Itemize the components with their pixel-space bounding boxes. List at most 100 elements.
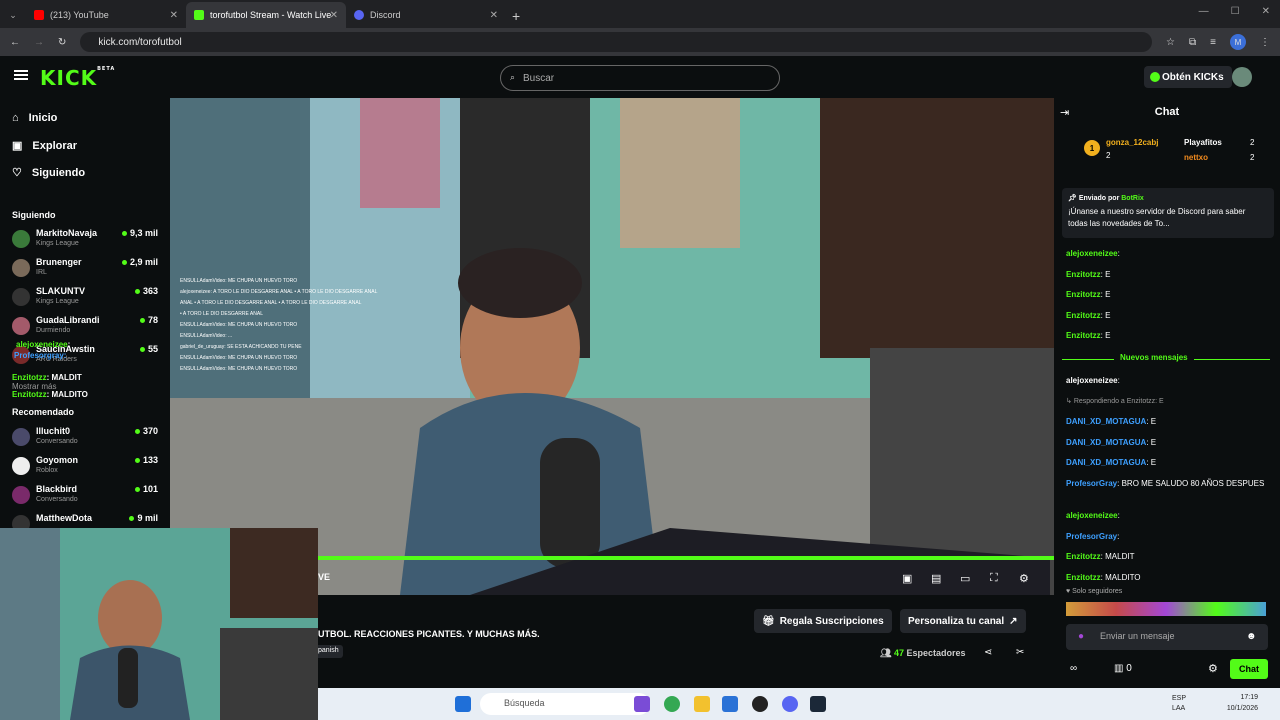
sidebar-channel[interactable]: Blackbird Conversando 101 (12, 484, 162, 512)
viewer-count: 9,3 mil (122, 228, 158, 238)
browser-tab-strip: ⌄ (213) YouTube ✕ torofutbol Stream - Wa… (0, 0, 1280, 28)
close-tab-icon[interactable]: ✕ (330, 10, 338, 21)
overlay-chat-line: alejoxeneizee: (16, 340, 71, 349)
address-bar[interactable]: kick.com/torofutbol (80, 32, 1153, 52)
wide-mode-icon[interactable]: ▭ (960, 572, 970, 585)
language-indicator[interactable]: ESP LAA (1172, 694, 1186, 714)
sidebar: ⌂ Inicio ▣ Explorar ♡ Siguiendo Siguiendo M… (0, 98, 170, 528)
close-window-icon[interactable]: ✕ (1262, 6, 1270, 17)
windows-taskbar: Búsqueda ESP LAA 17:19 10/1/2026 (318, 688, 1280, 720)
close-tab-icon[interactable]: ✕ (170, 10, 178, 21)
leaderboard-user[interactable]: Playafitos (1184, 138, 1222, 147)
search-input[interactable]: ⌕ Buscar (500, 65, 780, 91)
sidebar-channel[interactable]: MarkitoNavaja Kings League 9,3 mil (12, 228, 162, 256)
nav-inicio[interactable]: ⌂ Inicio (12, 112, 57, 124)
chat-message[interactable]: alejoxeneizee: (1066, 375, 1266, 387)
channel-category: Conversando (36, 438, 78, 445)
kicks-balance[interactable]: ▥ 0 (1114, 663, 1132, 674)
tab-search-icon[interactable]: ⌄ (0, 2, 26, 28)
windows-start-icon[interactable] (455, 696, 471, 712)
close-tab-icon[interactable]: ✕ (490, 10, 498, 21)
pin-icon: 📌︎ (1068, 195, 1077, 202)
chat-message[interactable]: alejoxeneizee: (1066, 248, 1266, 260)
tab-kick[interactable]: torofutbol Stream - Watch Live ✕ (186, 2, 346, 28)
clip-icon[interactable]: ✂ (1016, 647, 1024, 658)
minimize-icon[interactable]: — (1199, 6, 1209, 17)
chat-message[interactable]: Enzitotzz: E (1066, 269, 1266, 281)
settings-gear-icon[interactable]: ⚙ (1019, 572, 1029, 585)
viewer-count: 101 (135, 484, 158, 494)
nav-explorar[interactable]: ▣ Explorar (12, 139, 77, 153)
leaderboard-user[interactable]: nettxo (1184, 153, 1208, 162)
system-clock[interactable]: 17:19 10/1/2026 (1227, 692, 1258, 714)
theater-icon[interactable]: ▤ (931, 572, 941, 585)
profile-avatar[interactable]: M (1230, 34, 1246, 50)
chat-message[interactable]: Enzitotzz: E (1066, 310, 1266, 322)
back-icon[interactable]: ← (10, 37, 20, 48)
language-tag[interactable]: panish (314, 645, 343, 658)
chat-username: alejoxeneizee (1066, 511, 1118, 520)
new-tab-button[interactable]: + (512, 8, 520, 24)
chat-message[interactable]: alejoxeneizee: (1066, 510, 1266, 522)
sidebar-channel[interactable]: Goyomon Roblox 133 (12, 455, 162, 483)
browser-menu-icon[interactable]: ⋮ (1260, 37, 1270, 48)
obs-icon[interactable] (752, 696, 768, 712)
emote-bar[interactable] (1066, 602, 1266, 616)
discord-taskbar-icon[interactable] (782, 696, 798, 712)
chat-username: alejoxeneizee (1066, 249, 1118, 258)
file-explorer-icon[interactable] (694, 696, 710, 712)
send-chat-button[interactable]: Chat (1230, 659, 1268, 679)
nav-siguiendo[interactable]: ♡ Siguiendo (12, 166, 85, 180)
chat-message[interactable]: DANI_XD_MOTAGUA: E (1066, 416, 1266, 428)
chat-message[interactable]: ProfesorGray: (1066, 531, 1266, 543)
sidebar-channel[interactable]: MatthewDota 9 mil (12, 513, 162, 528)
miniplayer-icon[interactable]: ▣ (902, 572, 912, 585)
sidebar-channel[interactable]: Brunenger IRL 2,9 mil (12, 257, 162, 285)
infinity-icon[interactable]: ∞ (1070, 663, 1077, 674)
bookmark-star-icon[interactable]: ☆ (1166, 37, 1175, 48)
pinned-message[interactable]: 📌︎ Enviado por BotRix ¡Únanse a nuestro … (1062, 188, 1274, 238)
emoji-icon[interactable]: ☻ (1246, 631, 1257, 642)
customize-channel-button[interactable]: Personaliza tu canal ↗ (900, 609, 1026, 633)
chat-message[interactable]: Enzitotzz: E (1066, 330, 1266, 342)
video-player[interactable]: ENSULLAdamVideo: ME CHUPA UN HUEVO TORO a… (170, 98, 1054, 595)
user-avatar[interactable] (1232, 67, 1252, 87)
kick-logo[interactable]: KICKBETA (40, 66, 115, 90)
reading-list-icon[interactable]: ≡ (1210, 37, 1216, 48)
sidebar-channel[interactable]: GuadaLibrandi Durmiendo 78 (12, 315, 162, 343)
channel-category: Conversando (36, 496, 78, 503)
store-icon[interactable] (722, 696, 738, 712)
sidebar-channel[interactable]: SLAKUNTV Kings League 363 (12, 286, 162, 314)
chat-message[interactable]: DANI_XD_MOTAGUA: E (1066, 457, 1266, 469)
forward-icon[interactable]: → (34, 37, 44, 48)
share-icon[interactable]: ⋖ (984, 647, 992, 658)
reply-icon: ↳ (1066, 397, 1072, 405)
chat-message[interactable]: Enzitotzz: MALDITO (1066, 572, 1266, 584)
chat-message[interactable]: Enzitotzz: MALDIT (1066, 551, 1266, 563)
search-placeholder: Buscar (523, 72, 555, 84)
chrome-icon[interactable] (664, 696, 680, 712)
tab-discord[interactable]: Discord ✕ (346, 2, 506, 28)
chat-message[interactable]: DANI_XD_MOTAGUA: E (1066, 437, 1266, 449)
hamburger-menu-icon[interactable] (14, 70, 28, 80)
sidebar-channel[interactable]: Illuchit0 Conversando 370 (12, 426, 162, 454)
steam-icon[interactable] (810, 696, 826, 712)
teams-icon[interactable] (634, 696, 650, 712)
get-kicks-button[interactable]: Obtén KICKs (1144, 66, 1232, 88)
chat-settings-icon[interactable]: ⚙ (1208, 662, 1218, 675)
channel-name: Goyomon (36, 455, 78, 465)
chat-message[interactable]: Enzitotzz: E (1066, 289, 1266, 301)
extensions-icon[interactable]: ⧉ (1189, 37, 1196, 48)
tab-youtube[interactable]: (213) YouTube ✕ (26, 2, 186, 28)
reload-icon[interactable]: ↻ (58, 37, 66, 48)
microphone-icon[interactable]: ● (1078, 631, 1084, 642)
chat-input[interactable]: Enviar un mensaje (1066, 624, 1268, 650)
fullscreen-icon[interactable]: ⛶ (990, 572, 998, 585)
leaderboard-user[interactable]: gonza_12cabj (1106, 138, 1158, 147)
taskbar-search[interactable]: Búsqueda (480, 693, 650, 715)
gift-subs-button[interactable]: 🎁︎ Regala Suscripciones (754, 609, 892, 633)
maximize-icon[interactable]: ☐ (1231, 6, 1240, 17)
reply-indicator[interactable]: ↳ Respondiendo a Enzitotzz: E (1066, 396, 1266, 408)
chat-username: Enzitotzz (1066, 290, 1101, 299)
chat-message[interactable]: ProfesorGray: BRO ME SALUDO 80 AÑOS DESP… (1066, 478, 1266, 490)
